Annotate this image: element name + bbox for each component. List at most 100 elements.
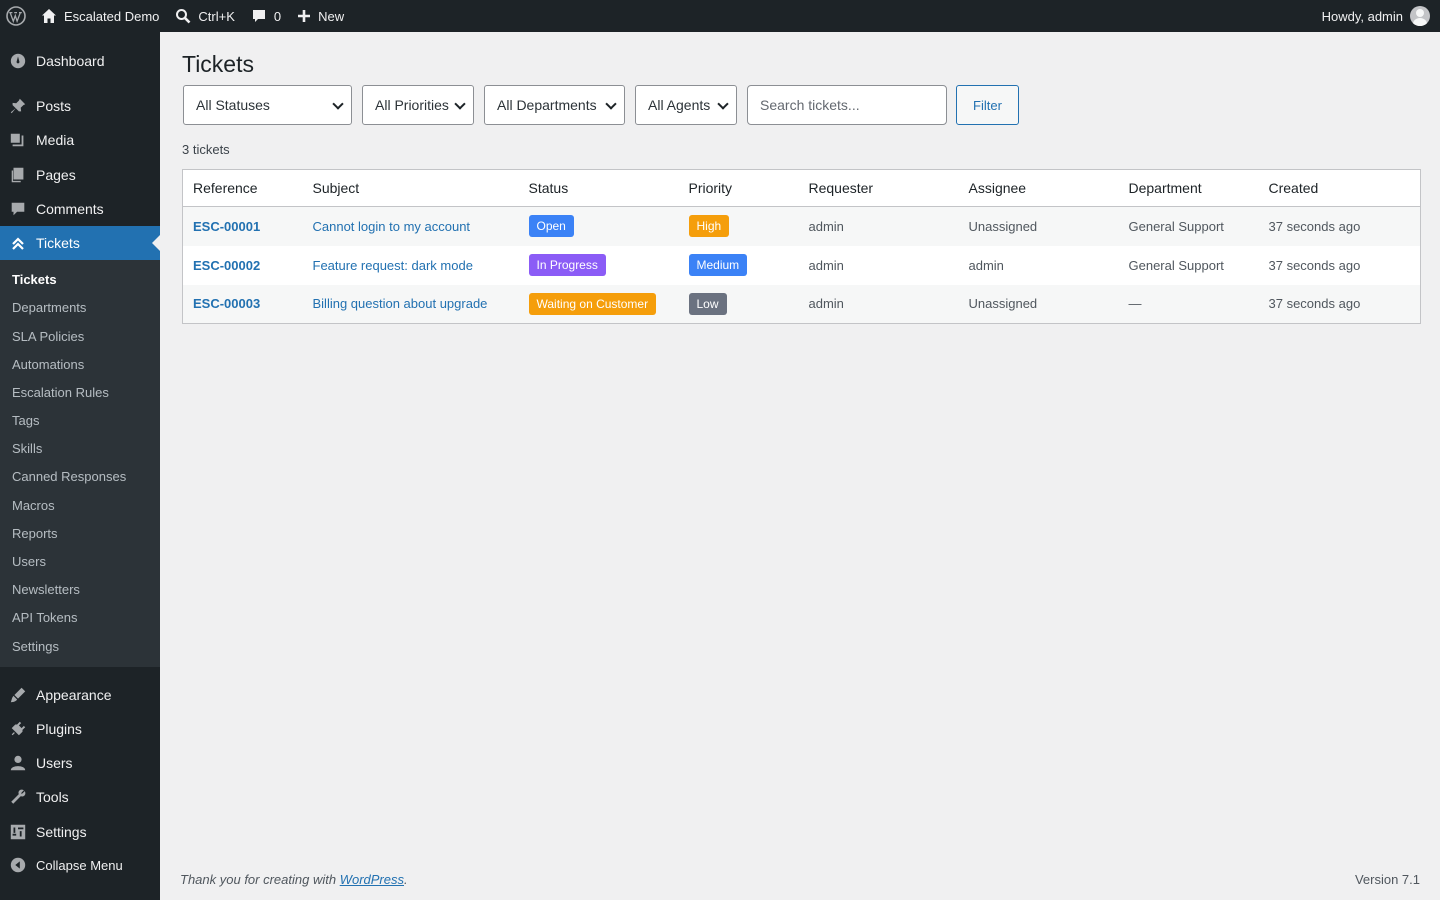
submenu-settings[interactable]: Settings <box>12 639 59 654</box>
priority-badge: High <box>688 215 730 238</box>
dashboard-icon <box>0 52 36 70</box>
column-header-subject[interactable]: Subject <box>302 169 519 207</box>
footer-thanks: Thank you for creating with WordPress. <box>180 872 408 887</box>
submenu-sla-policies[interactable]: SLA Policies <box>12 329 84 344</box>
avatar <box>1410 6 1430 26</box>
select-value: All Priorities <box>375 97 449 113</box>
created-cell: 37 seconds ago <box>1268 296 1361 312</box>
ticket-reference-link[interactable]: ESC-00002 <box>193 258 260 273</box>
menu-label: Tickets <box>36 235 80 251</box>
brush-icon <box>0 686 36 704</box>
pin-icon <box>0 97 36 115</box>
site-name-link[interactable]: Escalated Demo <box>33 0 167 32</box>
chevron-down-icon <box>454 98 466 110</box>
menu-pages[interactable]: Pages <box>0 158 160 192</box>
column-header-department[interactable]: Department <box>1118 169 1259 207</box>
menu-appearance[interactable]: Appearance <box>0 678 160 712</box>
menu-comments[interactable]: Comments <box>0 192 160 226</box>
requester-cell: admin <box>808 257 844 273</box>
menu-media[interactable]: Media <box>0 123 160 157</box>
filter-button[interactable]: Filter <box>956 85 1019 125</box>
department-cell: General Support <box>1128 257 1224 273</box>
agent-filter-select[interactable]: All Agents <box>635 85 737 125</box>
plugin-icon <box>0 720 36 738</box>
ticket-subject-link[interactable]: Feature request: dark mode <box>313 258 473 273</box>
menu-users[interactable]: Users <box>0 746 160 780</box>
table-row: ESC-00002 Feature request: dark mode In … <box>183 246 1421 285</box>
ticket-reference-link[interactable]: ESC-00003 <box>193 296 260 311</box>
comments-icon <box>0 200 36 218</box>
department-cell: — <box>1128 296 1142 312</box>
chevron-down-icon <box>332 98 344 110</box>
tickets-table: Reference Subject Status Priority Reques… <box>182 169 1421 324</box>
media-icon <box>0 131 36 149</box>
collapse-icon <box>0 856 36 874</box>
greeting: Howdy, admin <box>1321 8 1403 24</box>
submenu-users[interactable]: Users <box>12 554 46 569</box>
priority-filter-select[interactable]: All Priorities <box>362 85 474 125</box>
menu-tickets[interactable]: Tickets <box>0 226 160 260</box>
table-header-row: Reference Subject Status Priority Reques… <box>182 169 1421 207</box>
submenu-departments[interactable]: Departments <box>12 300 86 315</box>
home-icon <box>41 8 57 24</box>
submenu-escalation-rules[interactable]: Escalation Rules <box>12 385 109 400</box>
requester-cell: admin <box>808 296 844 312</box>
search-input[interactable] <box>747 85 947 125</box>
site-name: Escalated Demo <box>64 8 160 24</box>
menu-label: Dashboard <box>36 53 105 69</box>
submenu-canned-responses[interactable]: Canned Responses <box>12 469 126 484</box>
submenu-skills[interactable]: Skills <box>12 441 42 456</box>
submenu-tags[interactable]: Tags <box>12 413 39 428</box>
my-account-link[interactable]: Howdy, admin <box>1322 0 1430 32</box>
page-title: Tickets <box>182 51 254 77</box>
department-filter-select[interactable]: All Departments <box>484 85 625 125</box>
department-cell: General Support <box>1128 218 1224 234</box>
ticket-reference-link[interactable]: ESC-00001 <box>193 219 260 234</box>
footer-thanks-text: Thank you for creating with <box>180 872 340 887</box>
submenu-api-tokens[interactable]: API Tokens <box>12 610 78 625</box>
menu-tools[interactable]: Tools <box>0 780 160 814</box>
menu-settings[interactable]: Settings <box>0 815 160 849</box>
menu-label: Pages <box>36 167 76 183</box>
status-badge: Open <box>528 215 574 238</box>
comments-count: 0 <box>273 8 282 24</box>
ticket-subject-link[interactable]: Cannot login to my account <box>313 219 471 234</box>
search-icon <box>175 8 191 24</box>
assignee-cell: Unassigned <box>968 296 1038 312</box>
select-value: All Departments <box>497 97 597 113</box>
submenu-macros[interactable]: Macros <box>12 498 55 513</box>
menu-plugins[interactable]: Plugins <box>0 712 160 746</box>
status-filter-select[interactable]: All Statuses <box>183 85 352 125</box>
wordpress-link[interactable]: WordPress <box>340 872 404 887</box>
collapse-menu-button[interactable]: Collapse Menu <box>0 848 160 882</box>
menu-label: Settings <box>36 824 87 840</box>
select-value: All Statuses <box>196 97 270 113</box>
column-header-priority[interactable]: Priority <box>678 169 799 207</box>
column-header-created[interactable]: Created <box>1258 169 1421 207</box>
column-header-status[interactable]: Status <box>518 169 679 207</box>
status-badge: Waiting on Customer <box>528 292 657 315</box>
menu-posts[interactable]: Posts <box>0 89 160 123</box>
column-header-reference[interactable]: Reference <box>182 169 303 207</box>
menu-label: Tools <box>36 789 69 805</box>
menu-dashboard[interactable]: Dashboard <box>0 44 160 78</box>
assignee-cell: Unassigned <box>968 218 1038 234</box>
admin-bar: Escalated Demo Ctrl+K 0 New Howdy, admin <box>0 0 1440 32</box>
submenu-tickets[interactable]: Tickets <box>12 272 57 287</box>
ticket-subject-link[interactable]: Billing question about upgrade <box>313 296 488 311</box>
wordpress-logo-icon[interactable] <box>0 0 33 32</box>
new-content-link[interactable]: New <box>289 0 352 32</box>
comments-link[interactable]: 0 <box>243 0 289 32</box>
comment-icon <box>251 8 267 24</box>
status-badge: In Progress <box>528 254 606 276</box>
plus-icon <box>297 9 311 23</box>
submenu-newsletters[interactable]: Newsletters <box>12 582 80 597</box>
column-header-assignee[interactable]: Assignee <box>958 169 1119 207</box>
column-header-requester[interactable]: Requester <box>798 169 959 207</box>
submenu-automations[interactable]: Automations <box>12 357 84 372</box>
menu-label: Posts <box>36 98 72 114</box>
select-value: All Agents <box>648 97 711 113</box>
admin-menu: Dashboard Posts Media Pages Comments Tic… <box>0 32 160 900</box>
command-palette-link[interactable]: Ctrl+K <box>167 0 242 32</box>
submenu-reports[interactable]: Reports <box>12 526 58 541</box>
